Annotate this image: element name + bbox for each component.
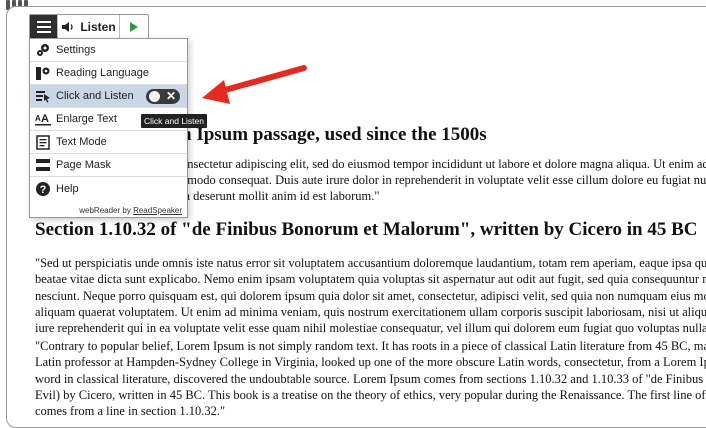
- menu-item-label: Click and Listen: [56, 90, 134, 102]
- speaker-icon: [62, 22, 73, 32]
- click-listen-icon: [30, 85, 56, 108]
- play-icon: [130, 22, 138, 32]
- paragraph-1: onsectetur adipiscing elit, sed do eiusm…: [181, 156, 706, 204]
- paragraph-line: "Sed ut perspiciatis unde omnis iste nat…: [35, 256, 706, 270]
- readspeaker-link[interactable]: ReadSpeaker: [133, 206, 182, 215]
- listen-label: Listen: [80, 20, 116, 34]
- paragraph-line: Evil) by Cicero, written in 45 BC. This …: [35, 387, 706, 402]
- language-icon: [30, 62, 56, 85]
- paragraph-line: comes from a line in section 1.10.32.": [35, 404, 226, 419]
- menu-footer: webReader by ReadSpeaker: [30, 206, 182, 215]
- paragraph-line: aliquam quaerat voluptatem. Ut enim ad m…: [35, 304, 706, 319]
- click-listen-toggle[interactable]: ✕: [146, 89, 180, 104]
- page-heading-1: n Ipsum passage, used since the 1500s: [181, 124, 487, 145]
- menu-button[interactable]: [30, 15, 58, 39]
- svg-text:A: A: [41, 113, 49, 125]
- footer-prefix: webReader by: [79, 206, 131, 215]
- paragraph-line: ia deserunt mollit anim id est laborum.": [181, 189, 380, 203]
- click-listen-tooltip: Click and Listen: [141, 114, 208, 128]
- annotation-arrow: [202, 65, 307, 104]
- readspeaker-menu: Settings Reading Language Click and List…: [29, 38, 188, 218]
- menu-item-label: Enlarge Text: [56, 113, 117, 125]
- listen-button[interactable]: Listen: [58, 15, 120, 39]
- paragraph-line: iure reprehenderit qui in ea voluptate v…: [35, 321, 706, 336]
- svg-text:?: ?: [40, 184, 47, 196]
- menu-item-label: Help: [56, 182, 79, 195]
- menu-item-help[interactable]: ? Help: [30, 177, 187, 200]
- menu-item-text-mode[interactable]: Text Mode: [30, 131, 187, 154]
- menu-item-label: Settings: [56, 44, 96, 56]
- menu-item-reading-language[interactable]: Reading Language: [30, 62, 187, 85]
- paragraph-line: word in classical literature, discovered…: [35, 371, 706, 386]
- page-mask-icon: [30, 154, 56, 177]
- enlarge-text-icon: AA: [30, 108, 56, 131]
- menu-item-label: Reading Language: [56, 67, 149, 79]
- readspeaker-toolbar: Listen: [29, 14, 149, 40]
- paragraph-line: onsectetur adipiscing elit, sed do eiusm…: [181, 157, 706, 171]
- paragraph-line: nesciunt. Neque porro quisquam est, qui …: [35, 288, 706, 303]
- paragraph-3: "Contrary to popular belief, Lorem Ipsum…: [35, 338, 706, 419]
- menu-item-settings[interactable]: Settings: [30, 39, 187, 62]
- page-heading-2: Section 1.10.32 of "de Finibus Bonorum e…: [35, 219, 698, 240]
- paragraph-2: "Sed ut perspiciatis unde omnis iste nat…: [35, 255, 706, 336]
- gear-icon: [30, 39, 56, 62]
- paragraph-line: Latin professor at Hampden-Sydney Colleg…: [35, 355, 706, 370]
- help-icon: ?: [30, 177, 56, 200]
- paragraph-line: beatae vitae dicta sunt explicabo. Nemo …: [35, 272, 706, 287]
- paragraph-line: nmodo consequat. Duis aute irure dolor i…: [181, 173, 706, 187]
- menu-item-label: Text Mode: [56, 136, 107, 148]
- paragraph-line: "Contrary to popular belief, Lorem Ipsum…: [35, 339, 706, 353]
- menu-item-click-and-listen[interactable]: Click and Listen ✕: [30, 85, 187, 108]
- toggle-knob: [149, 91, 160, 102]
- play-button[interactable]: [120, 15, 148, 39]
- text-mode-icon: [30, 131, 56, 154]
- menu-item-page-mask[interactable]: Page Mask: [30, 154, 187, 177]
- menu-item-label: Page Mask: [56, 159, 112, 171]
- close-icon: ✕: [166, 89, 177, 103]
- hamburger-icon: [36, 21, 51, 33]
